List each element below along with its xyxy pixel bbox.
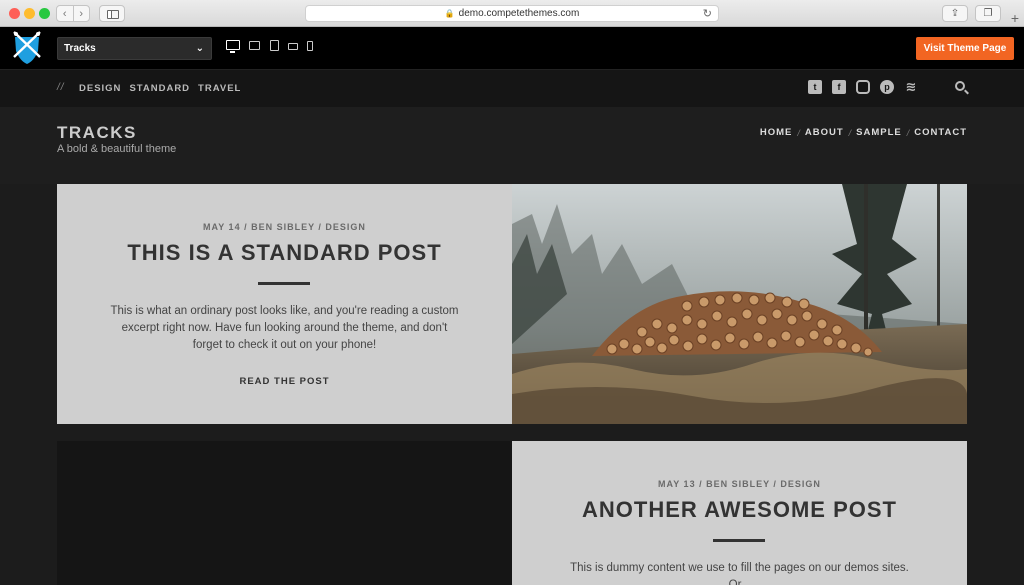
laptop-view-icon[interactable] [249,41,260,50]
category-link-standard[interactable]: STANDARD [129,83,190,94]
minimize-window-button[interactable] [24,8,35,19]
menu-separator: / [848,127,852,138]
theme-select[interactable]: Tracks ⌄ [57,37,212,60]
menu-item-contact[interactable]: CONTACT [914,127,967,138]
show-tabs-button[interactable]: ❐ [975,5,1001,22]
compete-themes-logo[interactable] [12,31,42,65]
close-window-button[interactable] [9,8,20,19]
site-title[interactable]: TRACKS [57,123,137,143]
chevron-right-icon[interactable]: › [74,6,90,21]
post-title[interactable]: ANOTHER AWESOME POST [512,497,967,523]
post-content: MAY 14 / BEN SIBLEY / DESIGN THIS IS A S… [57,184,512,424]
post-card: MAY 13 / BEN SIBLEY / DESIGN ANOTHER AWE… [57,441,967,585]
chevron-left-icon[interactable]: ‹ [57,6,74,21]
instagram-icon[interactable] [856,80,870,94]
share-button[interactable]: ⇪ [942,5,968,22]
title-divider [258,282,310,285]
category-menu: DESIGN STANDARD TRAVEL [79,83,241,94]
pinterest-icon[interactable]: p [880,80,894,94]
menu-separator: / [906,127,910,138]
site-tagline: A bold & beautiful theme [57,143,177,155]
browser-toolbar: ‹ › 🔒 demo.competethemes.com ↻ ⇪ ❐ + [0,0,1024,27]
sidebar-toggle-button[interactable] [99,5,125,22]
post-card: MAY 14 / BEN SIBLEY / DESIGN THIS IS A S… [57,184,967,424]
main-menu: HOME / ABOUT / SAMPLE / CONTACT [760,127,967,138]
zoom-window-button[interactable] [39,8,50,19]
category-link-design[interactable]: DESIGN [79,83,121,94]
search-icon[interactable] [955,81,965,91]
nav-decoration: // [57,82,65,93]
secondary-nav: // DESIGN STANDARD TRAVEL t f p ≋ [0,70,1024,107]
lock-icon: 🔒 [444,9,455,18]
facebook-icon[interactable]: f [832,80,846,94]
reload-icon[interactable]: ↻ [703,7,712,20]
phone-view-icon[interactable] [307,41,313,51]
menu-item-about[interactable]: ABOUT [805,127,844,138]
menu-item-sample[interactable]: SAMPLE [856,127,902,138]
history-nav: ‹ › [56,5,90,22]
menu-separator: / [797,127,800,138]
desktop-view-icon[interactable] [226,40,240,53]
chevron-down-icon: ⌄ [195,43,204,54]
category-link-travel[interactable]: TRAVEL [198,83,241,94]
title-divider [713,539,765,542]
visit-theme-page-button[interactable]: Visit Theme Page [916,37,1014,60]
post-content: MAY 13 / BEN SIBLEY / DESIGN ANOTHER AWE… [512,441,967,585]
post-excerpt: This is what an ordinary post looks like… [110,305,459,351]
post-meta: MAY 14 / BEN SIBLEY / DESIGN [203,222,366,232]
new-tab-button[interactable]: + [1006,9,1024,27]
social-icons: t f p ≋ [808,80,918,94]
post-meta: MAY 13 / BEN SIBLEY / DESIGN [658,479,821,489]
post-excerpt: This is dummy content we use to fill the… [570,562,909,585]
address-bar[interactable]: 🔒 demo.competethemes.com ↻ [305,5,719,22]
url-text: demo.competethemes.com [458,8,580,19]
read-the-post-link[interactable]: READ THE POST [57,376,512,387]
tablet-view-icon[interactable] [270,40,279,51]
rss-icon[interactable]: ≋ [904,80,918,94]
site-header: TRACKS A bold & beautiful theme HOME / A… [0,107,1024,184]
theme-select-value: Tracks [64,43,96,54]
featured-image-log-pile[interactable] [512,184,967,424]
post-title[interactable]: THIS IS A STANDARD POST [57,240,512,266]
twitter-icon[interactable]: t [808,80,822,94]
menu-item-home[interactable]: HOME [760,127,793,138]
demo-bar: Tracks ⌄ Visit Theme Page [0,27,1024,70]
tablet-landscape-view-icon[interactable] [288,43,298,50]
featured-image[interactable] [57,441,512,585]
